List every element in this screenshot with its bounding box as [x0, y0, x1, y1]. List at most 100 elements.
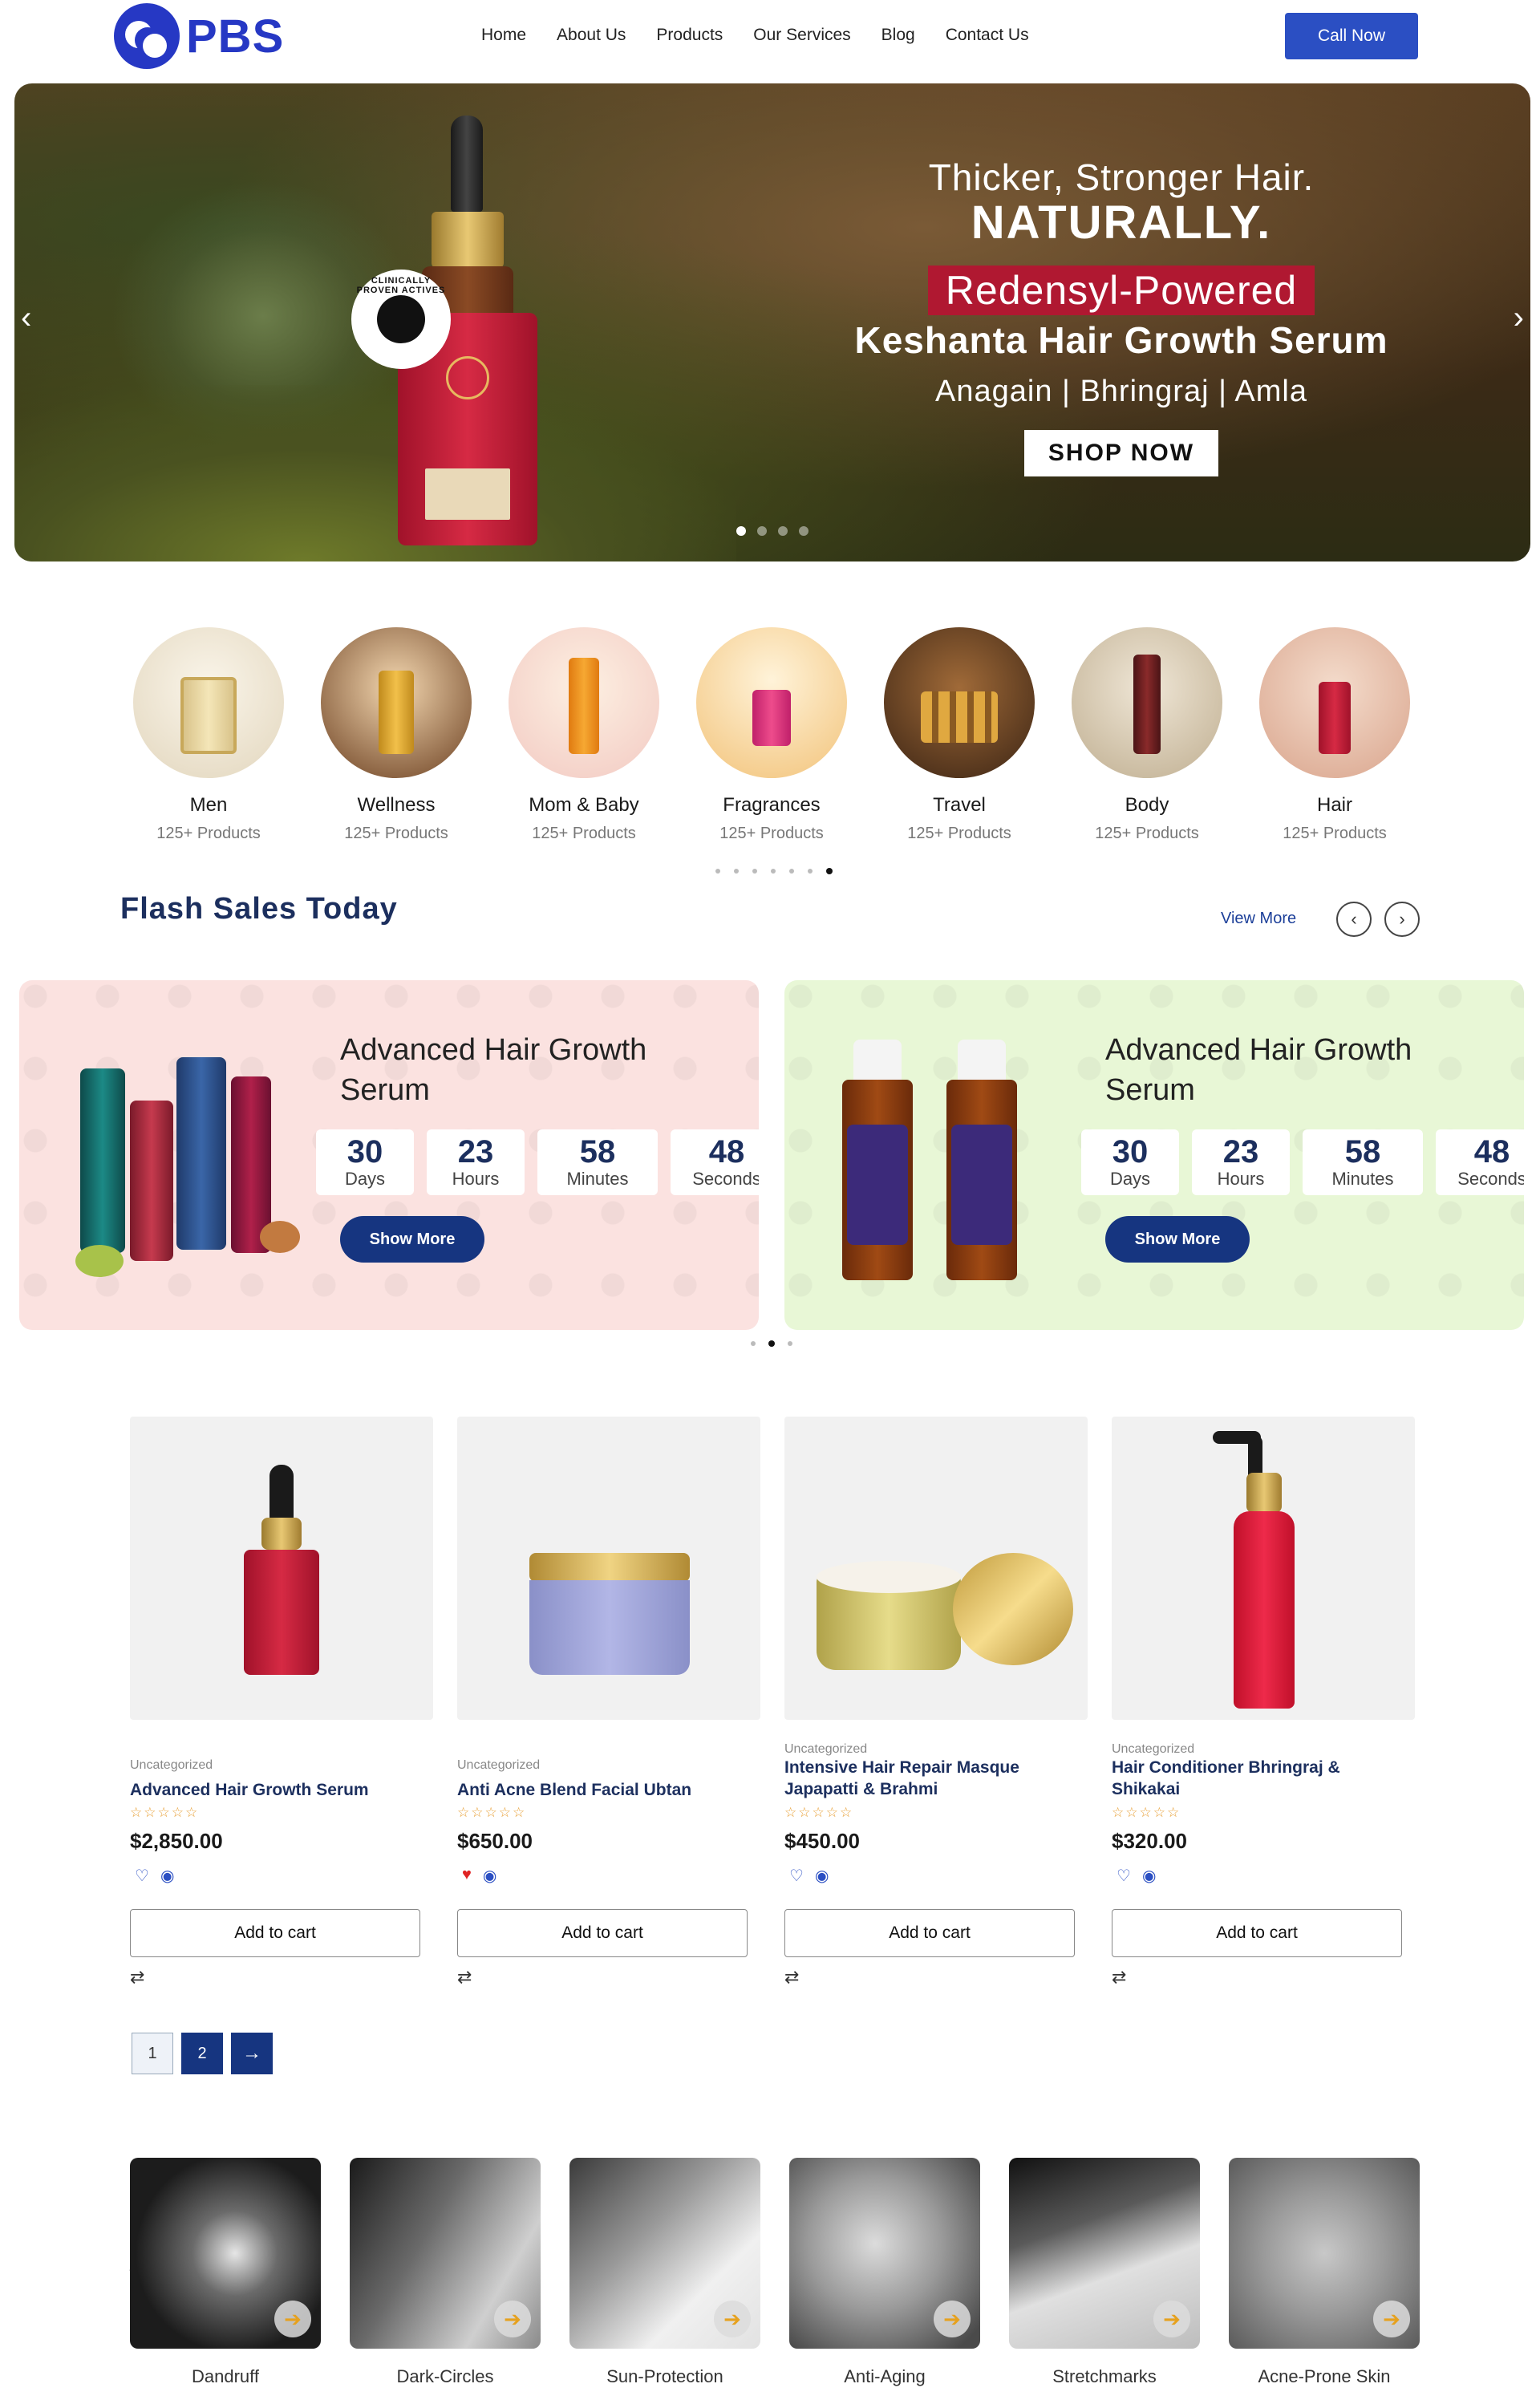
product-price: $320.00	[1112, 1829, 1187, 1853]
hero-next-arrow-icon[interactable]: ›	[1514, 300, 1524, 336]
show-more-button[interactable]: Show More	[340, 1216, 484, 1263]
next-page-button[interactable]: →	[231, 2033, 273, 2074]
carousel-dot[interactable]	[788, 1341, 792, 1346]
product-image[interactable]	[784, 1417, 1088, 1720]
arrow-right-icon[interactable]: ➔	[934, 2301, 971, 2337]
moss-decoration	[14, 385, 736, 561]
show-more-button[interactable]: Show More	[1105, 1216, 1250, 1263]
hero-banner[interactable]: CLINICALLY PROVEN ACTIVES Thicker, Stron…	[14, 83, 1530, 561]
product-image[interactable]	[130, 1417, 433, 1720]
arrow-right-icon[interactable]: ➔	[714, 2301, 751, 2337]
timer-minutes: 58 Minutes	[1303, 1129, 1423, 1195]
category-image	[696, 627, 847, 778]
star-rating: ☆☆☆☆☆	[784, 1805, 854, 1820]
add-to-cart-button[interactable]: Add to cart	[1112, 1909, 1402, 1957]
star-rating: ☆☆☆☆☆	[457, 1805, 527, 1820]
heart-filled-icon[interactable]: ♥	[462, 1866, 472, 1886]
arrow-right-icon[interactable]: ➔	[1153, 2301, 1190, 2337]
add-to-cart-button[interactable]: Add to cart	[130, 1909, 420, 1957]
eye-icon[interactable]: ◉	[483, 1866, 496, 1886]
category-body[interactable]: Body 125+ Products	[1072, 627, 1222, 843]
category-hair[interactable]: Hair 125+ Products	[1259, 627, 1410, 843]
add-to-cart-button[interactable]: Add to cart	[457, 1909, 748, 1957]
logo[interactable]: PBS	[114, 3, 284, 69]
category-carousel-dots	[715, 868, 833, 874]
concern-anti-aging[interactable]: ➔ Anti-Aging	[789, 2158, 980, 2387]
main-nav: Home About Us Products Our Services Blog…	[481, 26, 1029, 45]
concern-stretchmarks[interactable]: ➔ Stretchmarks	[1009, 2158, 1200, 2387]
nav-our-services[interactable]: Our Services	[753, 26, 850, 45]
product-category: Uncategorized	[784, 1742, 868, 1756]
category-men[interactable]: Men 125+ Products	[133, 627, 284, 843]
carousel-dot[interactable]	[715, 869, 720, 874]
eye-icon[interactable]: ◉	[1142, 1866, 1156, 1886]
view-more-link[interactable]: View More	[1221, 910, 1296, 928]
concern-dark-circles[interactable]: ➔ Dark-Circles	[350, 2158, 541, 2387]
flash-next-button[interactable]: ›	[1384, 902, 1420, 937]
timer-seconds: 48 Seconds	[1436, 1129, 1524, 1195]
nav-about-us[interactable]: About Us	[557, 26, 626, 45]
hero-dot[interactable]	[799, 526, 808, 536]
category-fragrances[interactable]: Fragrances 125+ Products	[696, 627, 847, 843]
category-image	[321, 627, 472, 778]
shop-now-button[interactable]: SHOP NOW	[1023, 430, 1219, 476]
hero-dot[interactable]	[778, 526, 788, 536]
compare-icon[interactable]: ⇄	[1112, 1967, 1126, 1988]
call-now-button[interactable]: Call Now	[1285, 13, 1418, 59]
promo-card-1[interactable]: Advanced Hair Growth Serum 30 Days 23 Hour…	[19, 980, 759, 1330]
nav-contact-us[interactable]: Contact Us	[946, 26, 1029, 45]
hero-dot[interactable]	[736, 526, 746, 536]
carousel-dot[interactable]	[789, 869, 794, 874]
carousel-dot[interactable]	[768, 1340, 775, 1347]
carousel-dot[interactable]	[751, 1341, 756, 1346]
arrow-right-icon[interactable]: ➔	[494, 2301, 531, 2337]
eye-icon[interactable]: ◉	[815, 1866, 829, 1886]
heart-icon[interactable]: ♡	[1116, 1866, 1131, 1886]
category-mom-baby[interactable]: Mom & Baby 125+ Products	[509, 627, 659, 843]
arrow-right-icon[interactable]: ➔	[274, 2301, 311, 2337]
heart-icon[interactable]: ♡	[135, 1866, 149, 1886]
product-image[interactable]	[1112, 1417, 1415, 1720]
product-category: Uncategorized	[1112, 1742, 1195, 1756]
category-wellness[interactable]: Wellness 125+ Products	[321, 627, 472, 843]
compare-icon[interactable]: ⇄	[784, 1967, 799, 1988]
product-title[interactable]: Intensive Hair Repair Masque Japapatti &…	[784, 1757, 1081, 1800]
page-1-button[interactable]: 1	[132, 2033, 173, 2074]
product-title[interactable]: Advanced Hair Growth Serum	[130, 1779, 427, 1801]
product-actions: ♡ ◉	[789, 1866, 829, 1886]
page-2-button[interactable]: 2	[181, 2033, 223, 2074]
product-price: $650.00	[457, 1829, 533, 1853]
eye-icon[interactable]: ◉	[160, 1866, 174, 1886]
carousel-dot[interactable]	[808, 869, 813, 874]
product-image[interactable]	[457, 1417, 760, 1720]
skin-concerns-carousel: ➔ Dandruff ➔ Dark-Circles ➔ Sun-Protecti…	[130, 2158, 1420, 2387]
carousel-dot[interactable]	[752, 869, 757, 874]
product-title[interactable]: Anti Acne Blend Facial Ubtan	[457, 1779, 754, 1801]
category-name: Wellness	[357, 794, 436, 816]
chevron-left-icon: ‹	[1351, 909, 1357, 929]
nav-home[interactable]: Home	[481, 26, 526, 45]
carousel-dot[interactable]	[771, 869, 776, 874]
concern-acne-prone-skin[interactable]: ➔ Acne-Prone Skin	[1229, 2158, 1420, 2387]
concern-name: Stretchmarks	[1052, 2366, 1157, 2386]
product-price: $450.00	[784, 1829, 860, 1853]
arrow-right-icon[interactable]: ➔	[1373, 2301, 1410, 2337]
heart-icon[interactable]: ♡	[789, 1866, 804, 1886]
product-title[interactable]: Hair Conditioner Bhringraj & Shikakai	[1112, 1757, 1408, 1800]
concern-image: ➔	[789, 2158, 980, 2349]
promo-card-2[interactable]: Advanced Hair Growth Serum 30 Days 23 Hour…	[784, 980, 1524, 1330]
concern-sun-protection[interactable]: ➔ Sun-Protection	[569, 2158, 760, 2387]
compare-icon[interactable]: ⇄	[457, 1967, 472, 1988]
hero-prev-arrow-icon[interactable]: ‹	[21, 300, 31, 336]
hero-dot[interactable]	[757, 526, 767, 536]
product-card: Uncategorized Anti Acne Blend Facial Ubt…	[457, 1417, 760, 1987]
carousel-dot[interactable]	[826, 868, 833, 874]
concern-dandruff[interactable]: ➔ Dandruff	[130, 2158, 321, 2387]
nav-blog[interactable]: Blog	[881, 26, 915, 45]
add-to-cart-button[interactable]: Add to cart	[784, 1909, 1075, 1957]
compare-icon[interactable]: ⇄	[130, 1967, 144, 1988]
category-travel[interactable]: Travel 125+ Products	[884, 627, 1035, 843]
nav-products[interactable]: Products	[656, 26, 723, 45]
carousel-dot[interactable]	[734, 869, 739, 874]
flash-prev-button[interactable]: ‹	[1336, 902, 1372, 937]
